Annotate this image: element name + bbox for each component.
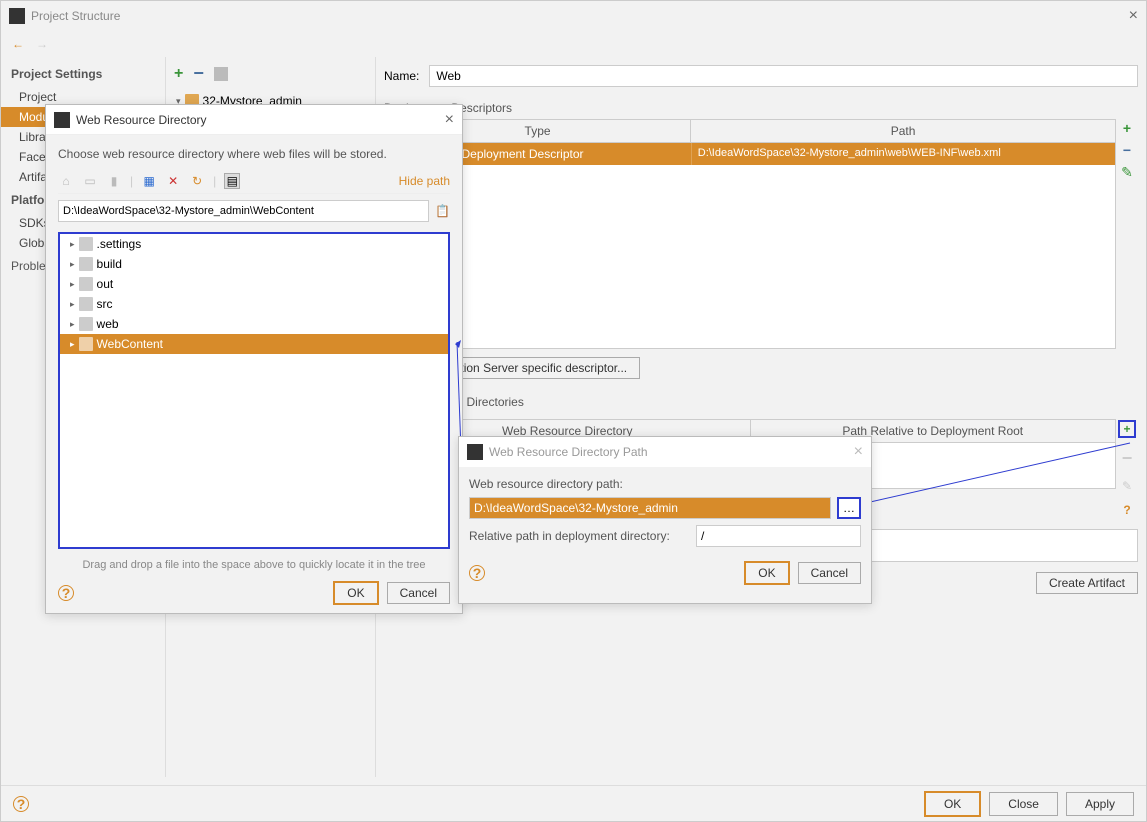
add-module-icon[interactable]: + bbox=[174, 65, 183, 83]
show-hidden-icon[interactable]: ▤ bbox=[224, 173, 240, 189]
th-path: Path bbox=[691, 120, 1115, 142]
dlg1-hint: Drag and drop a file into the space abov… bbox=[58, 555, 450, 575]
dlg2-help-icon[interactable]: ? bbox=[469, 565, 485, 581]
hide-path-link[interactable]: Hide path bbox=[399, 174, 450, 188]
dlg1-help-icon[interactable]: ? bbox=[58, 585, 74, 601]
dlg2-title: Web Resource Directory Path bbox=[489, 445, 648, 459]
add-descriptor-icon[interactable]: + bbox=[1123, 120, 1131, 136]
close-icon[interactable]: × bbox=[1129, 7, 1138, 25]
remove-resource-dir-icon[interactable]: − bbox=[1122, 448, 1133, 469]
desktop-icon[interactable]: ▭ bbox=[82, 173, 98, 189]
home-icon[interactable]: ⌂ bbox=[58, 173, 74, 189]
edit-resource-dir-icon[interactable]: ✎ bbox=[1122, 479, 1132, 493]
folder-out[interactable]: ▸out bbox=[60, 274, 448, 294]
main-titlebar: Project Structure × bbox=[1, 1, 1146, 31]
help-icon[interactable]: ? bbox=[13, 796, 29, 812]
dlg1-ok-button[interactable]: OK bbox=[333, 581, 378, 605]
web-resource-dir-dialog: Web Resource Directory × Choose web reso… bbox=[45, 104, 463, 614]
nav-back-icon[interactable]: ← bbox=[9, 35, 27, 53]
dlg2-cancel-button[interactable]: Cancel bbox=[798, 562, 861, 584]
main-footer: ? OK Close Apply bbox=[1, 785, 1146, 821]
td-path: D:\IdeaWordSpace\32-Mystore_admin\web\WE… bbox=[692, 143, 1115, 165]
dlg1-title: Web Resource Directory bbox=[76, 113, 207, 127]
folder-webcontent[interactable]: ▸WebContent bbox=[60, 334, 448, 354]
folder-web[interactable]: ▸web bbox=[60, 314, 448, 334]
dlg1-message: Choose web resource directory where web … bbox=[58, 143, 450, 169]
history-icon[interactable]: 📋 bbox=[435, 204, 450, 218]
dlg2-close-icon[interactable]: × bbox=[854, 443, 863, 461]
nav-forward-icon[interactable]: → bbox=[33, 35, 51, 53]
folder-build[interactable]: ▸build bbox=[60, 254, 448, 274]
descriptor-row[interactable]: Web Module Deployment Descriptor D:\Idea… bbox=[385, 143, 1115, 165]
dlg2-label2: Relative path in deployment directory: bbox=[469, 529, 686, 543]
dlg2-label1: Web resource directory path: bbox=[469, 477, 861, 491]
add-resource-dir-icon[interactable]: + bbox=[1118, 420, 1136, 438]
path-input[interactable] bbox=[58, 200, 429, 222]
dlg1-icon bbox=[54, 112, 70, 128]
main-close-button[interactable]: Close bbox=[989, 792, 1058, 816]
dlg2-icon bbox=[467, 444, 483, 460]
file-tree[interactable]: ▸.settings ▸build ▸out ▸src ▸web ▸WebCon… bbox=[58, 232, 450, 549]
edit-descriptor-icon[interactable]: ✎ bbox=[1121, 164, 1133, 181]
web-res-dirs-label: Web Resource Directories bbox=[384, 395, 1138, 409]
folder-settings[interactable]: ▸.settings bbox=[60, 234, 448, 254]
main-ok-button[interactable]: OK bbox=[924, 791, 981, 817]
name-label: Name: bbox=[384, 69, 419, 83]
main-apply-button[interactable]: Apply bbox=[1066, 792, 1134, 816]
dlg2-ok-button[interactable]: OK bbox=[744, 561, 789, 585]
folder-src[interactable]: ▸src bbox=[60, 294, 448, 314]
relative-path-input[interactable] bbox=[696, 525, 861, 547]
refresh-icon[interactable]: ↻ bbox=[189, 173, 205, 189]
facet-name-input[interactable] bbox=[429, 65, 1138, 87]
dlg1-close-icon[interactable]: × bbox=[445, 111, 454, 129]
facet-config-panel: Name: Deployment Descriptors Type Path W… bbox=[376, 57, 1146, 777]
remove-descriptor-icon[interactable]: − bbox=[1123, 142, 1131, 158]
help-resource-icon[interactable]: ? bbox=[1123, 503, 1130, 517]
nav-toolbar: ← → bbox=[1, 31, 1146, 57]
create-artifact-button[interactable]: Create Artifact bbox=[1036, 572, 1138, 594]
resource-path-input[interactable] bbox=[469, 497, 831, 519]
remove-module-icon[interactable]: − bbox=[193, 63, 204, 84]
sidebar-section-project: Project Settings bbox=[11, 67, 155, 81]
browse-button[interactable]: … bbox=[837, 497, 861, 519]
app-icon bbox=[9, 8, 25, 24]
deploy-desc-label: Deployment Descriptors bbox=[384, 101, 1138, 115]
window-title: Project Structure bbox=[31, 9, 120, 23]
project-icon[interactable]: ▮ bbox=[106, 173, 122, 189]
dlg1-cancel-button[interactable]: Cancel bbox=[387, 582, 450, 604]
delete-icon[interactable]: ✕ bbox=[165, 173, 181, 189]
copy-module-icon[interactable] bbox=[214, 67, 228, 81]
new-folder-icon[interactable]: ▦ bbox=[141, 173, 157, 189]
web-resource-path-dialog: Web Resource Directory Path × Web resour… bbox=[458, 436, 872, 604]
